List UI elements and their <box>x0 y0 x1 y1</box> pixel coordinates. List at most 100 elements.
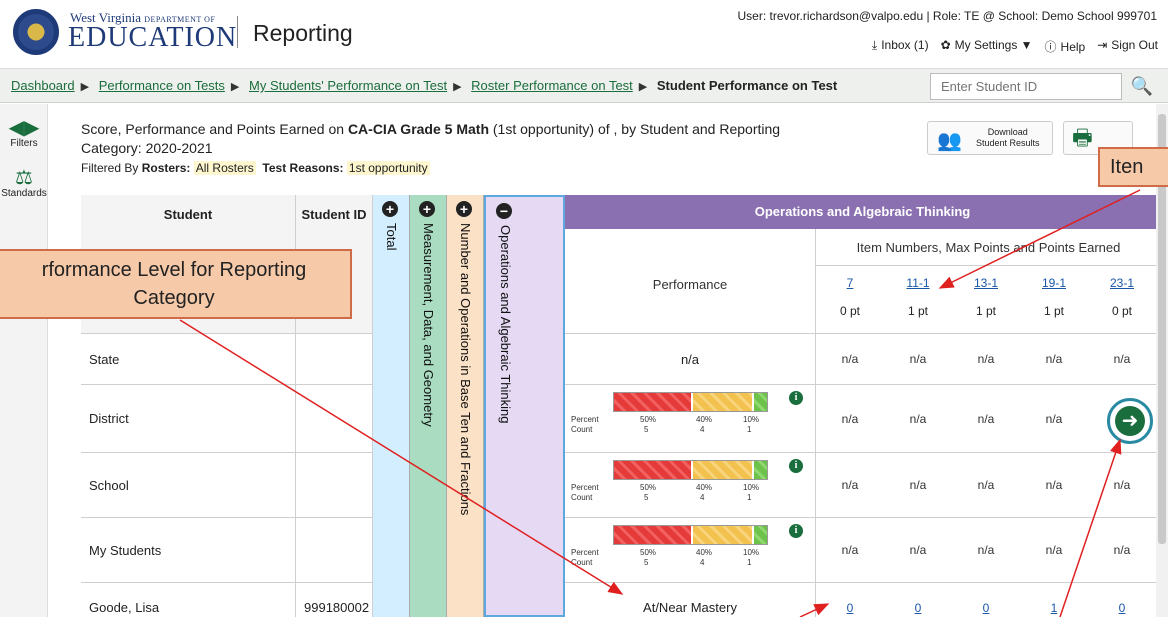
breadcrumb-separator: ▶ <box>230 81 240 93</box>
gear-icon: ✿ <box>940 38 951 52</box>
points-cell: n/a <box>816 518 884 583</box>
points-cell: n/a <box>952 334 1020 385</box>
item-number[interactable]: 19-1 <box>1042 276 1066 290</box>
filters-button[interactable]: ◀▶ Filters <box>0 118 48 149</box>
item-max-points: 1 pt <box>884 300 952 334</box>
expand-icon[interactable]: + <box>419 201 435 217</box>
points-link[interactable]: 0 <box>983 601 990 615</box>
callout-performance-level: rformance Level for Reporting Category <box>0 249 352 319</box>
item-number-link[interactable]: 23-1 <box>1088 266 1156 300</box>
points-cell: n/a <box>952 385 1020 453</box>
segment-count: 5 <box>644 558 649 567</box>
expand-icon[interactable]: + <box>456 201 472 217</box>
points-cell[interactable]: 0 <box>952 583 1020 617</box>
item-number-link[interactable]: 19-1 <box>1020 266 1088 300</box>
item-number-link[interactable]: 7 <box>816 266 884 300</box>
performance-cell: n/a <box>565 334 816 385</box>
info-icon[interactable]: i <box>789 391 803 405</box>
points-cell: n/a <box>1088 518 1156 583</box>
row-label[interactable]: Goode, Lisa <box>81 583 296 617</box>
search-icon[interactable]: 🔍 <box>1122 73 1162 100</box>
performance-cell: Percent Count 50% 5 40% 4 10% 1 i <box>565 518 816 583</box>
item-number[interactable]: 23-1 <box>1110 276 1134 290</box>
signout-link[interactable]: ⇥ Sign Out <box>1097 38 1158 55</box>
percent-label: Percent <box>571 548 599 557</box>
help-link[interactable]: ⓘ Help <box>1045 38 1086 55</box>
points-cell: n/a <box>1020 453 1088 518</box>
points-cell[interactable]: 1 <box>1020 583 1088 617</box>
bar-segment <box>614 393 691 411</box>
download-results-button[interactable]: 👥 Download Student Results <box>927 121 1053 155</box>
breadcrumb-performance-on-tests[interactable]: Performance on Tests <box>99 78 225 93</box>
item-number[interactable]: 11-1 <box>906 276 929 290</box>
row-label: School <box>81 453 296 518</box>
segment-count: 4 <box>700 425 705 434</box>
points-cell[interactable]: 0 <box>884 583 952 617</box>
points-cell: n/a <box>884 385 952 453</box>
breadcrumb-separator: ▶ <box>638 81 648 93</box>
points-link[interactable]: 0 <box>915 601 922 615</box>
arrow-right-icon: ➜ <box>1115 406 1145 436</box>
percent-label: Percent <box>571 483 599 492</box>
count-label: Count <box>571 558 593 567</box>
count-label: Count <box>571 425 593 434</box>
bar-segment <box>751 393 767 411</box>
col-header-performance: Performance <box>565 229 816 334</box>
users-download-icon: 👥 <box>937 130 962 152</box>
state-seal-logo <box>13 9 59 55</box>
breadcrumb-separator: ▶ <box>80 81 90 93</box>
points-cell: n/a <box>816 385 884 453</box>
segment-count: 5 <box>644 493 649 502</box>
performance-cell: Percent Count 50% 5 40% 4 10% 1 i <box>565 385 816 453</box>
segment-count: 1 <box>747 493 752 502</box>
points-link[interactable]: 1 <box>1051 601 1058 615</box>
help-icon: ⓘ <box>1044 40 1057 54</box>
performance-bar[interactable] <box>613 525 768 545</box>
breadcrumb-current: Student Performance on Test <box>656 78 838 93</box>
points-cell: n/a <box>884 453 952 518</box>
segment-percent: 50% <box>640 483 657 492</box>
report-title: Score, Performance and Points Earned on … <box>81 121 781 156</box>
points-link[interactable]: 0 <box>847 601 854 615</box>
inbox-link[interactable]: ⤓ Inbox (1) <box>872 38 929 55</box>
bar-segment <box>751 526 767 544</box>
app-title: Reporting <box>253 20 353 46</box>
points-cell: n/a <box>1088 334 1156 385</box>
item-number-link[interactable]: 11-1 <box>884 266 952 300</box>
breadcrumb-my-students-performance[interactable]: My Students' Performance on Test <box>249 78 447 93</box>
segment-percent: 10% <box>743 415 760 424</box>
segment-count: 1 <box>747 425 752 434</box>
breadcrumb-roster-performance[interactable]: Roster Performance on Test <box>471 78 633 93</box>
col-measurement: + Measurement, Data, and Geometry <box>410 195 447 617</box>
segment-percent: 40% <box>696 483 713 492</box>
item-number-link[interactable]: 13-1 <box>952 266 1020 300</box>
performance-cell: At/Near Mastery <box>565 583 816 617</box>
points-cell[interactable]: 0 <box>1088 583 1156 617</box>
points-cell: n/a <box>952 518 1020 583</box>
count-label: Count <box>571 493 593 502</box>
expand-icon[interactable]: + <box>382 201 398 217</box>
performance-bar[interactable] <box>613 392 768 412</box>
bar-segment <box>751 461 767 479</box>
item-number[interactable]: 13-1 <box>974 276 998 290</box>
student-id-input[interactable] <box>930 73 1122 100</box>
next-page-button[interactable]: ➜ <box>1107 398 1153 444</box>
segment-percent: 50% <box>640 548 657 557</box>
download-tray-icon: ⤓ <box>871 38 878 52</box>
settings-menu[interactable]: ✿ My Settings ▼ <box>941 38 1033 55</box>
student-id-cell <box>296 334 373 385</box>
points-link[interactable]: 0 <box>1119 601 1126 615</box>
collapse-icon[interactable]: − <box>496 203 512 219</box>
info-icon[interactable]: i <box>789 524 803 538</box>
bar-segment <box>690 461 752 479</box>
points-cell: n/a <box>1088 453 1156 518</box>
item-number[interactable]: 7 <box>847 276 854 290</box>
callout-item: Iten <box>1098 147 1168 187</box>
student-id-cell <box>296 385 373 453</box>
performance-bar[interactable] <box>613 460 768 480</box>
points-cell[interactable]: 0 <box>816 583 884 617</box>
standards-button[interactable]: ⚖ Standards <box>0 168 48 199</box>
info-icon[interactable]: i <box>789 459 803 473</box>
item-max-points: 0 pt <box>1088 300 1156 334</box>
breadcrumb-dashboard[interactable]: Dashboard <box>11 78 75 93</box>
